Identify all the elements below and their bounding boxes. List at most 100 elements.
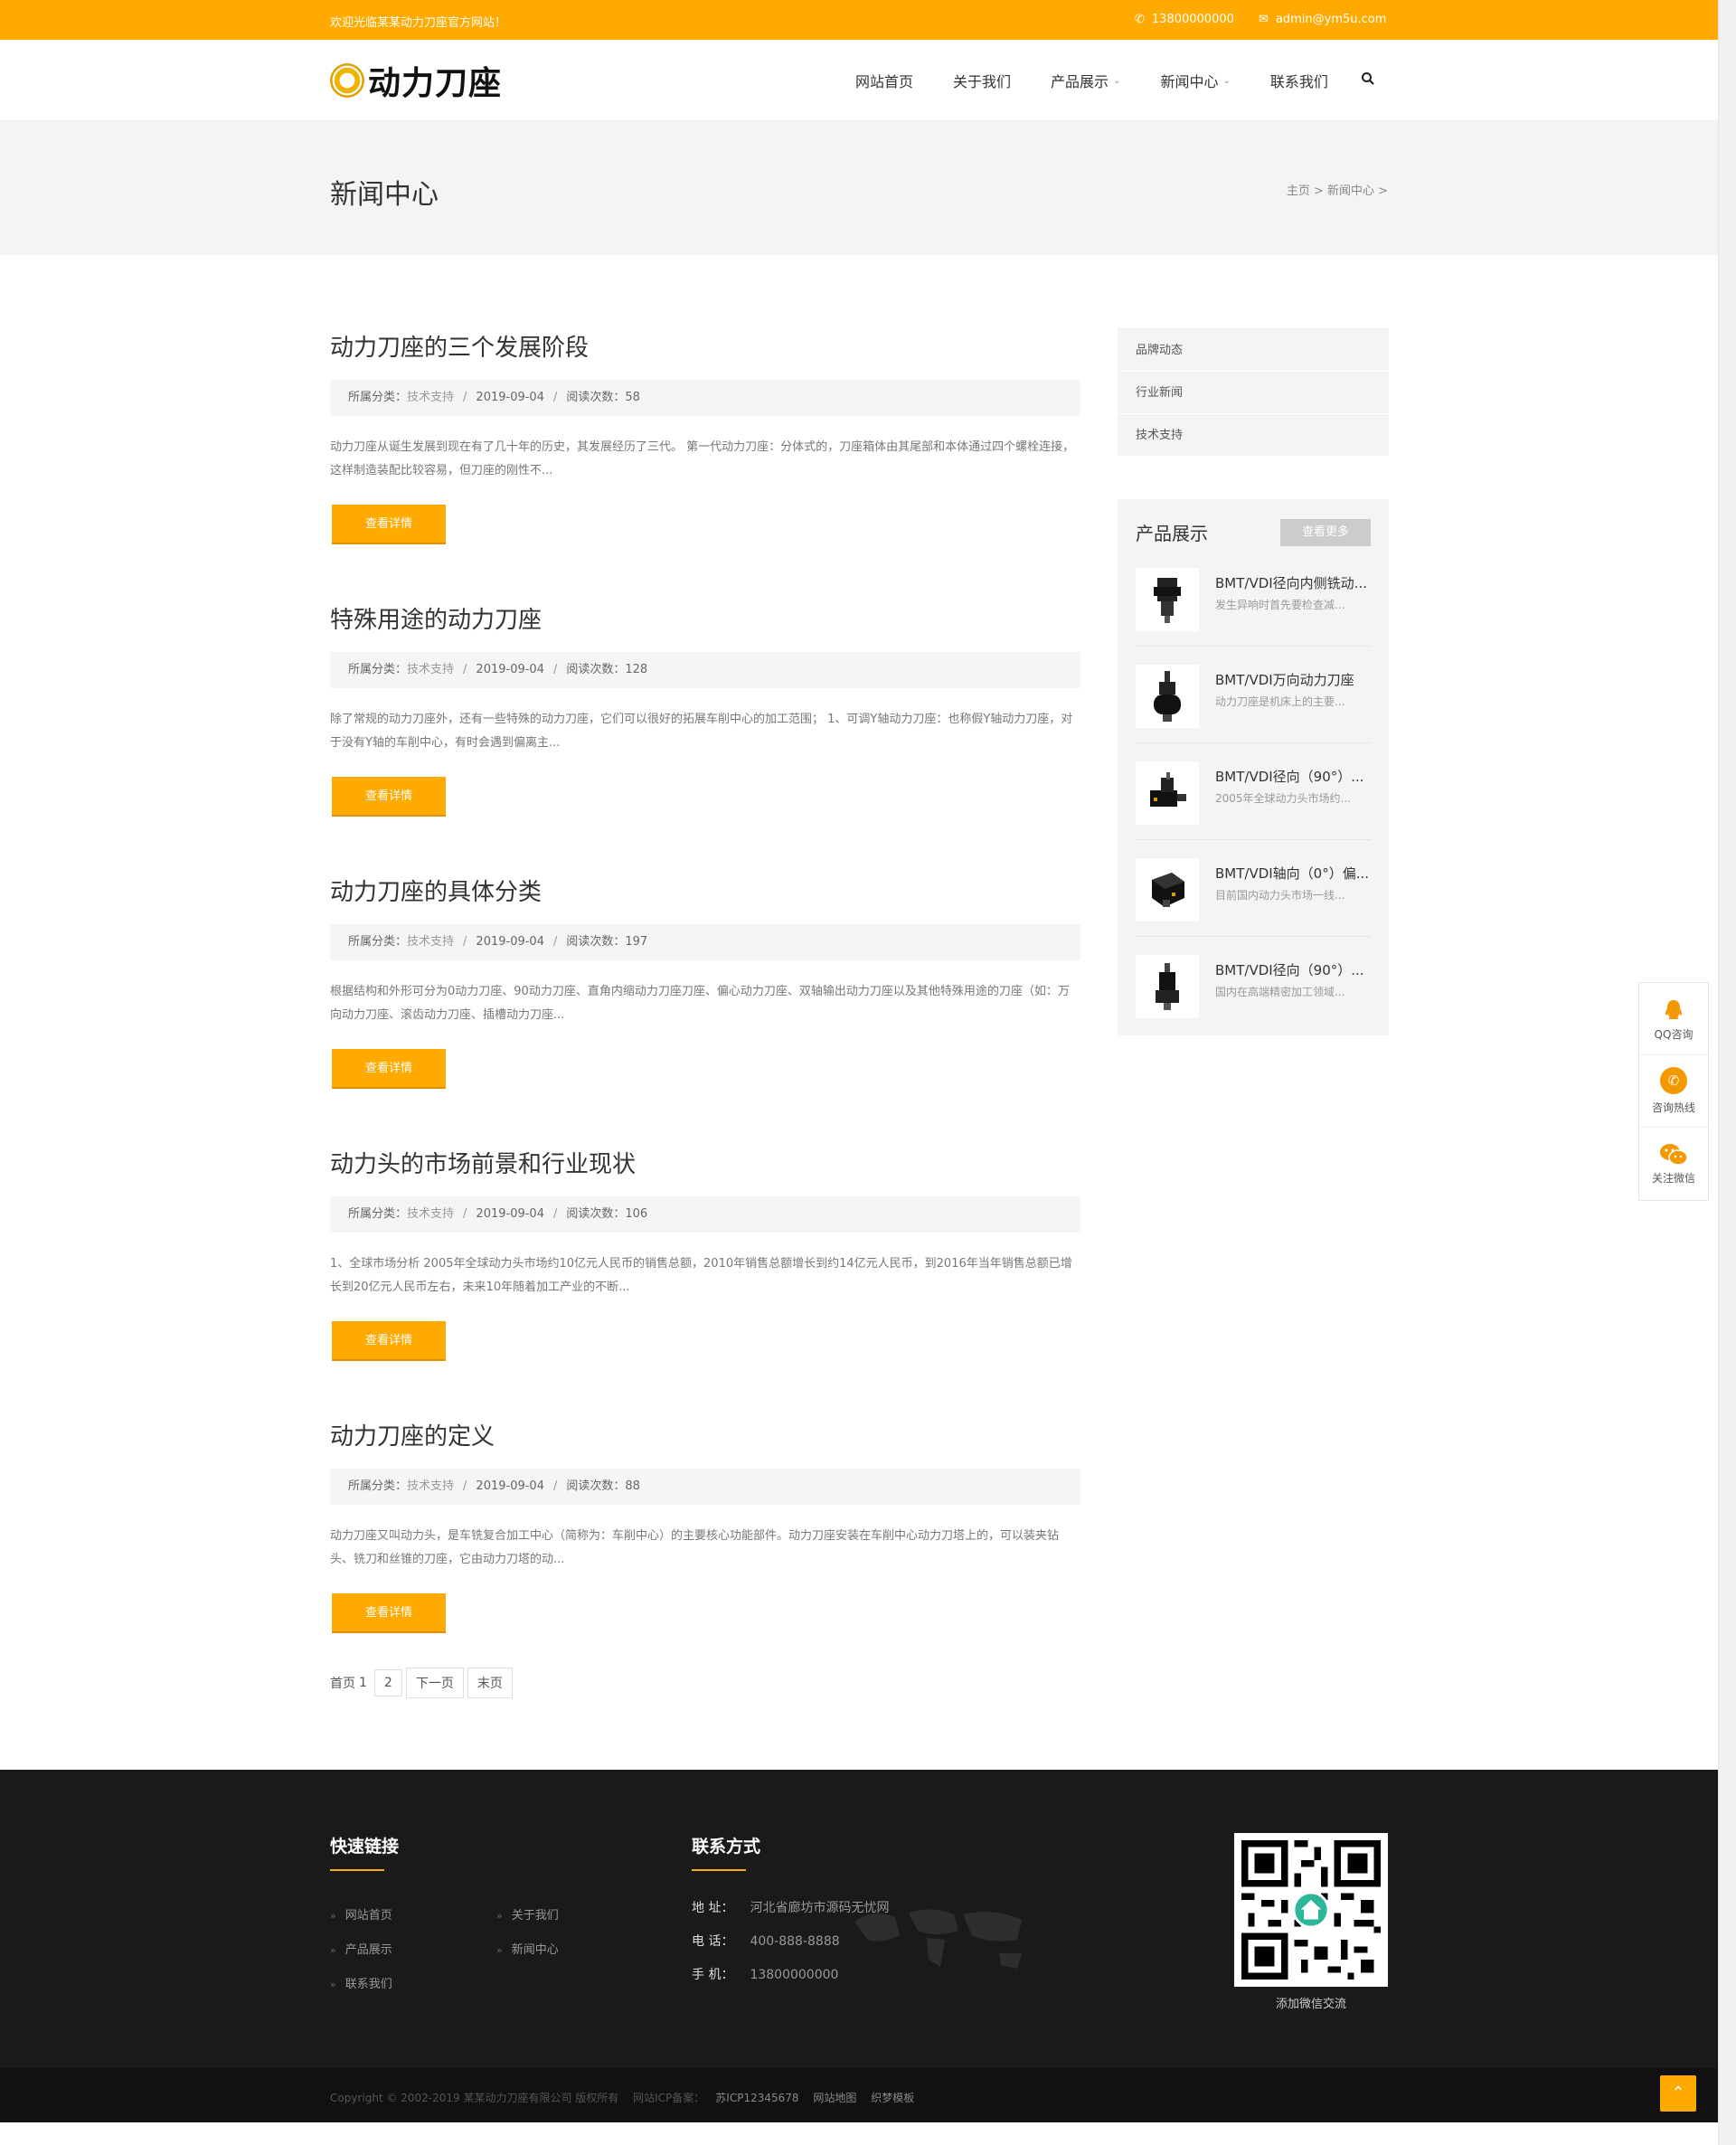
topbar-email[interactable]: ✉ admin@ym5u.com bbox=[1259, 13, 1386, 26]
product-thumbnail[interactable] bbox=[1136, 568, 1199, 631]
product-item[interactable]: BMT/VDI轴向（0°）偏... 目前国内动力头市场一线... bbox=[1136, 840, 1371, 937]
products-header: 产品展示 查看更多 bbox=[1136, 517, 1371, 550]
qq-consult-button[interactable]: QQ咨询 bbox=[1639, 983, 1708, 1055]
views-label: 阅读次数： bbox=[566, 1207, 626, 1221]
footer-link-products[interactable]: » 产品展示 bbox=[330, 1940, 392, 1957]
product-item[interactable]: BMT/VDI径向内侧铣动... 发生异响时首先要检查减... bbox=[1136, 550, 1371, 647]
views-count: 197 bbox=[625, 935, 648, 949]
footer-link-about[interactable]: » 关于我们 bbox=[496, 1905, 559, 1923]
product-name[interactable]: BMT/VDI万向动力刀座 bbox=[1215, 670, 1354, 689]
wechat-label: 关注微信 bbox=[1651, 1172, 1695, 1185]
hotline-label: 咨询热线 bbox=[1651, 1101, 1695, 1114]
product-name[interactable]: BMT/VDI径向（90°）... bbox=[1215, 767, 1364, 786]
product-desc: 发生异响时首先要检查减... bbox=[1215, 599, 1345, 611]
read-more-button[interactable]: 查看详情 bbox=[332, 505, 446, 544]
nav-products[interactable]: 产品展示 ⌄ bbox=[1051, 70, 1120, 91]
qq-consult-label: QQ咨询 bbox=[1654, 1027, 1694, 1041]
category-link[interactable]: 技术支持 bbox=[407, 935, 454, 949]
views-count: 128 bbox=[625, 663, 648, 676]
phone-icon: ✆ bbox=[1660, 1067, 1687, 1094]
top-bar: 欢迎光临某某动力刀座官方网站！ ✆ 13800000000 ✉ admin@ym5u… bbox=[0, 0, 1718, 40]
footer-link-contact[interactable]: » 联系我们 bbox=[330, 1974, 392, 1991]
news-title[interactable]: 特殊用途的动力刀座 bbox=[330, 601, 542, 635]
chevron-right-icon: » bbox=[330, 1944, 336, 1956]
views-label: 阅读次数： bbox=[566, 1479, 626, 1493]
nav-home[interactable]: 网站首页 bbox=[855, 70, 913, 91]
page-first[interactable]: 首页 bbox=[330, 1674, 355, 1692]
news-title[interactable]: 动力头的市场前景和行业现状 bbox=[330, 1146, 636, 1179]
views-label: 阅读次数： bbox=[566, 935, 626, 949]
news-item: 动力刀座的定义 所属分类：技术支持 / 2019-09-04 / 阅读次数：88 动力刀… bbox=[330, 1396, 1080, 1668]
mobile-label: 手 机： bbox=[692, 1968, 734, 1982]
topbar-phone: ✆ 13800000000 bbox=[1135, 13, 1234, 26]
footer-link-home[interactable]: » 网站首页 bbox=[330, 1905, 392, 1923]
wechat-button[interactable]: 关注微信 bbox=[1639, 1128, 1708, 1200]
page-scrollbar[interactable] bbox=[1718, 0, 1736, 2145]
product-item[interactable]: BMT/VDI万向动力刀座 动力刀座是机床上的主要... bbox=[1136, 647, 1371, 743]
page-next[interactable]: 下一页 bbox=[405, 1668, 464, 1698]
breadcrumb[interactable]: 主页 > 新闻中心 > bbox=[1287, 181, 1388, 198]
product-item[interactable]: BMT/VDI径向（90°）... 2005年全球动力头市场约... bbox=[1136, 743, 1371, 840]
news-title[interactable]: 动力刀座的具体分类 bbox=[330, 874, 542, 907]
nav-about[interactable]: 关于我们 bbox=[953, 70, 1011, 91]
meta-separator: / bbox=[552, 1207, 558, 1221]
meta-separator: / bbox=[463, 663, 467, 676]
template-link[interactable]: 织梦模板 bbox=[871, 2092, 914, 2104]
hotline-button[interactable]: ✆ 咨询热线 bbox=[1639, 1055, 1708, 1128]
sidebar-item-brand-news[interactable]: 品牌动态 bbox=[1118, 329, 1389, 372]
chevron-right-icon: » bbox=[496, 1910, 503, 1922]
view-more-button[interactable]: 查看更多 bbox=[1280, 519, 1371, 546]
sidebar-products: 产品展示 查看更多 BMT/VDI径向内侧铣动... 发生异响时首先要检查减..… bbox=[1118, 499, 1389, 1035]
read-more-button[interactable]: 查看详情 bbox=[332, 1593, 446, 1633]
category-link[interactable]: 技术支持 bbox=[407, 1479, 454, 1493]
news-item: 动力刀座的三个发展阶段 所属分类：技术支持 / 2019-09-04 / 阅读次数：58… bbox=[330, 307, 1080, 580]
product-thumbnail[interactable] bbox=[1136, 955, 1199, 1018]
footer-link-news[interactable]: » 新闻中心 bbox=[496, 1940, 559, 1957]
product-desc: 国内在高端精密加工领域... bbox=[1215, 986, 1345, 998]
meta-separator: / bbox=[463, 391, 467, 404]
main-nav: 网站首页 关于我们 产品展示 ⌄ 新闻中心 ⌄ 联系我们 bbox=[855, 40, 1375, 121]
read-more-button[interactable]: 查看详情 bbox=[332, 1049, 446, 1089]
footer-link-label: 新闻中心 bbox=[511, 1943, 559, 1957]
site-logo[interactable]: 动力刀座 bbox=[330, 58, 502, 103]
pagination: 首页 1 2 下一页 末页 bbox=[330, 1668, 513, 1698]
news-title[interactable]: 动力刀座的三个发展阶段 bbox=[330, 329, 589, 363]
back-to-top-button[interactable]: ⌃ bbox=[1660, 2075, 1696, 2112]
address-label: 地 址： bbox=[692, 1901, 734, 1915]
search-icon[interactable] bbox=[1361, 71, 1375, 90]
page-last[interactable]: 末页 bbox=[467, 1668, 513, 1698]
page-2[interactable]: 2 bbox=[373, 1669, 402, 1696]
product-name[interactable]: BMT/VDI径向（90°）... bbox=[1215, 960, 1364, 979]
chevron-down-icon: ⌄ bbox=[1222, 75, 1231, 86]
footer-link-label: 产品展示 bbox=[344, 1943, 392, 1957]
footer-link-label: 联系我们 bbox=[344, 1978, 392, 1991]
news-title[interactable]: 动力刀座的定义 bbox=[330, 1418, 495, 1451]
category-link[interactable]: 技术支持 bbox=[407, 663, 454, 676]
product-name[interactable]: BMT/VDI径向内侧铣动... bbox=[1215, 573, 1367, 592]
sidebar-item-industry-news[interactable]: 行业新闻 bbox=[1118, 372, 1389, 414]
category-link[interactable]: 技术支持 bbox=[407, 391, 454, 404]
news-excerpt: 除了常规的动力刀座外，还有一些特殊的动力刀座，它们可以很好的拓展车削中心的加工范… bbox=[330, 713, 1073, 750]
chevron-right-icon: » bbox=[496, 1944, 503, 1956]
product-thumbnail[interactable] bbox=[1136, 665, 1199, 728]
mobile-value: 13800000000 bbox=[750, 1968, 839, 1982]
product-name[interactable]: BMT/VDI轴向（0°）偏... bbox=[1215, 864, 1369, 883]
nav-news[interactable]: 新闻中心 ⌄ bbox=[1160, 70, 1230, 91]
category-link[interactable]: 技术支持 bbox=[407, 1207, 454, 1221]
product-item[interactable]: BMT/VDI径向（90°）... 国内在高端精密加工领域... bbox=[1136, 937, 1371, 1034]
qq-icon bbox=[1660, 997, 1687, 1026]
product-thumbnail[interactable] bbox=[1136, 761, 1199, 825]
news-item: 特殊用途的动力刀座 所属分类：技术支持/2019-09-04/阅读次数：128 … bbox=[330, 580, 1080, 852]
sitemap-link[interactable]: 网站地图 bbox=[813, 2092, 856, 2104]
products-title: 产品展示 bbox=[1136, 523, 1208, 544]
sidebar-item-tech-support[interactable]: 技术支持 bbox=[1118, 414, 1389, 457]
meta-separator: / bbox=[552, 1479, 558, 1493]
product-thumbnail[interactable] bbox=[1136, 858, 1199, 921]
icp-link[interactable]: 苏ICP12345678 bbox=[715, 2092, 798, 2104]
read-more-button[interactable]: 查看详情 bbox=[332, 1321, 446, 1361]
email-address[interactable]: admin@ym5u.com bbox=[1276, 13, 1387, 26]
read-more-button[interactable]: 查看详情 bbox=[332, 777, 446, 817]
news-date: 2019-09-04 bbox=[476, 391, 544, 404]
nav-contact[interactable]: 联系我们 bbox=[1270, 70, 1328, 91]
chevron-right-icon: » bbox=[330, 1979, 336, 1990]
